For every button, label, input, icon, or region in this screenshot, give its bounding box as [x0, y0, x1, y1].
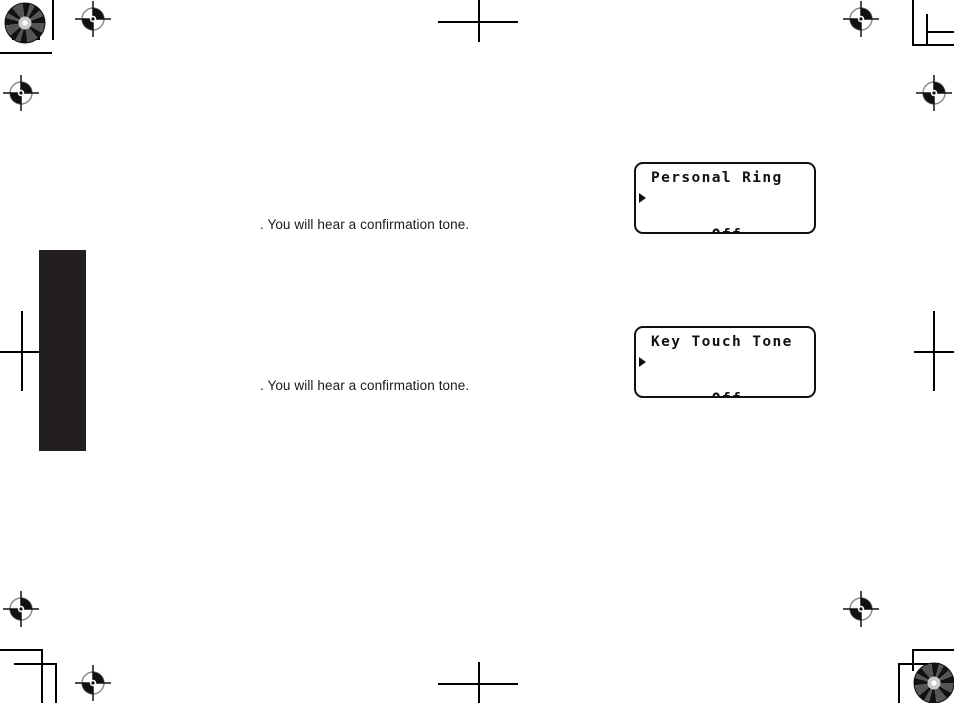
- lcd-option-key-touch-tone-on[interactable]: On: [636, 352, 814, 396]
- lcd-option-personal-ring-off[interactable]: Off: [636, 207, 814, 232]
- registration-target-left-lower: [3, 591, 39, 627]
- lcd-screen-key-touch-tone: Key Touch Tone On Off: [634, 326, 816, 398]
- crop-line-horizontal-outer-tr: [912, 44, 954, 46]
- crop-line-horizontal-outer-tl: [0, 52, 52, 54]
- scanned-manual-page: . You will hear a confirmation tone. . Y…: [0, 0, 954, 703]
- crop-line-vertical-outer-tr: [912, 0, 914, 44]
- page-thumb-index-tab: [39, 250, 86, 451]
- registration-target-bottom-left-inner: [75, 665, 111, 701]
- crosshair-bottom-center-vertical: [478, 662, 480, 703]
- registration-target-right-lower: [843, 591, 879, 627]
- selection-arrow-icon: [639, 192, 646, 203]
- confirmation-note-2: . You will hear a confirmation tone.: [260, 378, 470, 393]
- lcd-option-label: Off: [712, 391, 742, 396]
- crosshair-left-center-vertical: [21, 311, 23, 391]
- crop-line-vertical-inner-tr: [926, 14, 928, 46]
- registration-target-left-upper: [3, 75, 39, 111]
- confirmation-note-1: . You will hear a confirmation tone.: [260, 217, 470, 232]
- lcd-title-personal-ring: Personal Ring: [651, 170, 783, 186]
- crop-line-vertical-inner-bl: [55, 663, 57, 703]
- crop-line-horizontal-inner-bl: [14, 663, 56, 665]
- selection-arrow-icon: [639, 356, 646, 367]
- crop-line-horizontal-outer-bl: [0, 649, 42, 651]
- registration-target-right-upper: [916, 75, 952, 111]
- lcd-option-personal-ring-on[interactable]: On: [636, 188, 814, 232]
- lcd-option-key-touch-tone-off[interactable]: Off: [636, 371, 814, 396]
- crosshair-right-center-vertical: [933, 311, 935, 391]
- crop-line-vertical-outer-tl: [52, 0, 54, 40]
- rosette-star-target-top-left: [4, 2, 46, 44]
- lcd-title-key-touch-tone: Key Touch Tone: [651, 334, 793, 350]
- crop-line-vertical-inner-br: [898, 663, 900, 703]
- crop-line-horizontal-outer-br: [912, 649, 954, 651]
- registration-target-top-right-inner: [843, 1, 879, 37]
- lcd-screen-personal-ring: Personal Ring On Off: [634, 162, 816, 234]
- lcd-option-label: Off: [712, 227, 742, 232]
- crop-line-horizontal-inner-tr: [926, 31, 954, 33]
- rosette-star-target-bottom-right: [913, 662, 954, 703]
- crop-line-vertical-outer-bl: [41, 649, 43, 703]
- registration-target-top-left-inner: [75, 1, 111, 37]
- crosshair-top-center-vertical: [478, 0, 480, 42]
